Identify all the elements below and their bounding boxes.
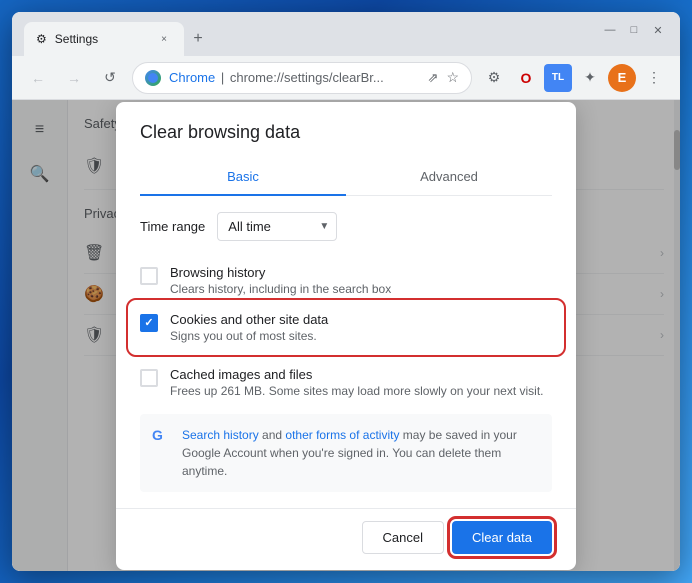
address-path: | [217, 70, 228, 85]
opera-icon[interactable]: O [512, 64, 540, 92]
time-range-label: Time range [140, 219, 205, 234]
checkbox-cached-input[interactable] [140, 369, 158, 387]
checkbox-browsing-history: Browsing history Clears history, includi… [140, 257, 552, 304]
google-account-note: G Search history and other forms of acti… [140, 414, 552, 492]
browser-window: ⚙ Settings × + — □ ✕ ← → ↺ Chrome | chro… [12, 12, 680, 571]
checkbox-cached: Cached images and files Frees up 261 MB.… [140, 359, 552, 406]
cookies-label: Cookies and other site data [170, 312, 552, 327]
address-url: chrome://settings/clearBr... [230, 70, 384, 85]
settings-icon[interactable]: ⚙ [480, 64, 508, 92]
cookies-desc: Signs you out of most sites. [170, 329, 552, 343]
tab-basic[interactable]: Basic [140, 159, 346, 196]
extensions-icon[interactable]: ✦ [576, 64, 604, 92]
cached-desc: Frees up 261 MB. Some sites may load mor… [170, 384, 552, 398]
dialog-footer: Cancel Clear data [116, 508, 576, 570]
refresh-button[interactable]: ↺ [96, 64, 124, 92]
share-icon[interactable]: ⇗ [428, 70, 439, 86]
checkbox-cookies-input[interactable]: ✓ [140, 314, 158, 332]
new-tab-button[interactable]: + [184, 25, 212, 53]
browsing-history-label: Browsing history [170, 265, 552, 280]
browser-toolbar: ← → ↺ Chrome | chrome://settings/clearBr… [12, 56, 680, 100]
browser-tab[interactable]: ⚙ Settings × [24, 22, 184, 56]
checkbox-cookies-text: Cookies and other site data Signs you ou… [170, 312, 552, 343]
address-bar[interactable]: Chrome | chrome://settings/clearBr... ⇗ … [132, 62, 472, 94]
dialog-header: Clear browsing data Basic Advanced [116, 102, 576, 196]
other-activity-link[interactable]: other forms of activity [285, 428, 399, 442]
dialog-body: Time range All time Last hour Last 24 ho… [116, 196, 576, 508]
checkmark-icon: ✓ [144, 316, 153, 329]
note-middle-text: and [262, 428, 285, 442]
forward-button[interactable]: → [60, 64, 88, 92]
back-button[interactable]: ← [24, 64, 52, 92]
checkbox-browsing-history-text: Browsing history Clears history, includi… [170, 265, 552, 296]
minimize-button[interactable]: — [600, 20, 620, 40]
profile-icon[interactable]: E [608, 64, 636, 92]
cached-label: Cached images and files [170, 367, 552, 382]
address-site: Chrome [169, 70, 215, 85]
time-range-select-wrapper: All time Last hour Last 24 hours Last 7 … [217, 212, 337, 241]
google-note-text: Search history and other forms of activi… [182, 426, 540, 480]
search-history-link[interactable]: Search history [182, 428, 259, 442]
time-range-row: Time range All time Last hour Last 24 ho… [140, 212, 552, 241]
tab-close-button[interactable]: × [156, 31, 172, 47]
dialog-tabs: Basic Advanced [140, 159, 552, 196]
clear-data-button[interactable]: Clear data [452, 521, 552, 554]
checkbox-cookies: ✓ Cookies and other site data Signs you … [132, 304, 560, 351]
tab-advanced[interactable]: Advanced [346, 159, 552, 196]
time-range-select[interactable]: All time Last hour Last 24 hours Last 7 … [217, 212, 337, 241]
title-bar: ⚙ Settings × + — □ ✕ [12, 12, 680, 56]
window-controls: — □ ✕ [600, 20, 668, 40]
browsing-history-desc: Clears history, including in the search … [170, 282, 552, 296]
tl-extension-icon[interactable]: TL [544, 64, 572, 92]
bookmark-icon[interactable]: ☆ [446, 69, 459, 86]
more-menu-button[interactable]: ⋮ [640, 64, 668, 92]
dialog-overlay: Clear browsing data Basic Advanced [12, 100, 680, 571]
clear-browsing-data-dialog: Clear browsing data Basic Advanced [116, 102, 576, 570]
dialog-title: Clear browsing data [140, 122, 552, 143]
google-logo: G [152, 427, 172, 447]
address-text: Chrome | chrome://settings/clearBr... [169, 70, 420, 85]
maximize-button[interactable]: □ [624, 20, 644, 40]
tab-favicon: ⚙ [36, 32, 47, 46]
close-button[interactable]: ✕ [648, 20, 668, 40]
content-area: ≡ 🔍 Safety ch 🛡 ow Privacy s 🗑 › 🍪 [12, 100, 680, 571]
toolbar-icons: ⚙ O TL ✦ E ⋮ [480, 64, 668, 92]
address-favicon [145, 70, 161, 86]
tab-title: Settings [55, 32, 98, 46]
checkbox-browsing-history-input[interactable] [140, 267, 158, 285]
cancel-button[interactable]: Cancel [362, 521, 444, 554]
checkbox-cached-text: Cached images and files Frees up 261 MB.… [170, 367, 552, 398]
